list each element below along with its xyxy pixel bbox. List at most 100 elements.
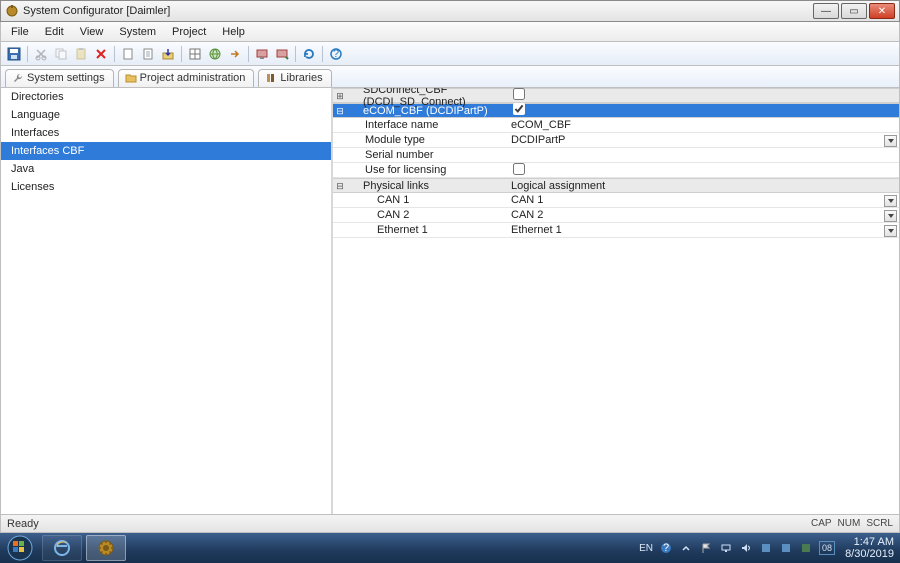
separator [181,46,182,62]
folder-icon [125,72,137,84]
globe-icon[interactable] [206,45,224,63]
grid-name: eCOM_CBF (DCDIPartP) [347,105,507,117]
menu-file[interactable]: File [3,24,37,40]
svg-text:?: ? [333,48,339,60]
prop-value[interactable]: eCOM_CBF [507,119,899,131]
grid-row-interface-name: Interface name eCOM_CBF [333,118,899,133]
network-icon[interactable] [719,541,733,555]
can1-value: CAN 1 [511,194,543,206]
volume-icon[interactable] [739,541,753,555]
status-cap: CAP [811,518,832,529]
window-titlebar: System Configurator [Daimler] — ▭ ✕ [0,0,900,22]
status-scrl: SCRL [866,518,893,529]
tree-item-java[interactable]: Java [1,160,331,178]
tree-item-interfaces[interactable]: Interfaces [1,124,331,142]
grid-row-ethernet1: Ethernet 1 Ethernet 1 [333,223,899,238]
separator [295,46,296,62]
dropdown-icon[interactable] [884,210,897,222]
can2-value: CAN 2 [511,209,543,221]
separator [322,46,323,62]
prop-value[interactable]: CAN 2 [507,209,899,221]
paste-icon[interactable] [72,45,90,63]
delete-icon[interactable] [92,45,110,63]
status-text: Ready [7,518,39,530]
start-button[interactable] [2,534,38,562]
sdconnect-checkbox[interactable] [513,88,525,100]
windows-taskbar: EN ? 08 1:47 AM 8/30/2019 [0,533,900,563]
menu-bar: File Edit View System Project Help [0,22,900,42]
tree-item-directories[interactable]: Directories [1,88,331,106]
tab-label: Project administration [140,72,246,84]
tray-icon-1[interactable] [759,541,773,555]
screen-icon[interactable] [253,45,271,63]
tree-item-interfaces-cbf[interactable]: Interfaces CBF [1,142,331,160]
grid-row-physical-links[interactable]: ⊟ Physical links Logical assignment [333,178,899,193]
ecom-checkbox[interactable] [513,103,525,115]
collapse-icon[interactable]: ⊟ [333,104,347,118]
close-button[interactable]: ✕ [869,3,895,19]
screen-add-icon[interactable] [273,45,291,63]
new-doc-icon[interactable] [119,45,137,63]
status-num: NUM [838,518,861,529]
dropdown-icon[interactable] [884,135,897,147]
copy-icon[interactable] [52,45,70,63]
grid-row-can2: CAN 2 CAN 2 [333,208,899,223]
help-tray-icon[interactable]: ? [659,541,673,555]
menu-project[interactable]: Project [164,24,214,40]
prop-label: Use for licensing [347,164,507,176]
tray-icon-2[interactable] [779,541,793,555]
tray-icon-3[interactable] [799,541,813,555]
open-doc-icon[interactable] [139,45,157,63]
menu-edit[interactable]: Edit [37,24,72,40]
save-icon[interactable] [5,45,23,63]
tab-libraries[interactable]: Libraries [258,69,331,87]
arrow-right-icon[interactable] [226,45,244,63]
tray-number[interactable]: 08 [819,541,835,555]
separator [27,46,28,62]
prop-label: Serial number [347,149,507,161]
tab-system-settings[interactable]: System settings [5,69,114,87]
collapse-icon[interactable]: ⊟ [333,179,347,193]
grid-row-use-for-licensing: Use for licensing [333,163,899,178]
grid-row-sdconnect[interactable]: ⊞ SDConnect_CBF (DCDI_SD_Connect) [333,88,899,103]
svg-text:?: ? [663,542,669,554]
expand-icon[interactable]: ⊞ [333,89,347,103]
tab-label: System settings [27,72,105,84]
export-icon[interactable] [159,45,177,63]
grid-row-ecom[interactable]: ⊟ eCOM_CBF (DCDIPartP) [333,103,899,118]
dropdown-icon[interactable] [884,225,897,237]
help-icon[interactable]: ? [327,45,345,63]
grid-row-can1: CAN 1 CAN 1 [333,193,899,208]
language-indicator[interactable]: EN [639,543,653,554]
tab-label: Libraries [280,72,322,84]
flag-icon[interactable] [699,541,713,555]
cut-icon[interactable] [32,45,50,63]
menu-view[interactable]: View [72,24,112,40]
taskbar-system-configurator[interactable] [86,535,126,561]
menu-system[interactable]: System [111,24,164,40]
tree-item-language[interactable]: Language [1,106,331,124]
licensing-checkbox[interactable] [513,163,525,175]
tab-strip: System settings Project administration L… [0,66,900,88]
minimize-button[interactable]: — [813,3,839,19]
tab-project-administration[interactable]: Project administration [118,69,255,87]
prop-value[interactable]: DCDIPartP [507,134,899,146]
maximize-button[interactable]: ▭ [841,3,867,19]
grid-value [507,103,899,118]
window-buttons: — ▭ ✕ [813,3,895,19]
table-icon[interactable] [186,45,204,63]
dropdown-icon[interactable] [884,195,897,207]
main-split: Directories Language Interfaces Interfac… [0,88,900,515]
chevron-up-icon[interactable] [679,541,693,555]
refresh-icon[interactable] [300,45,318,63]
tree-item-licenses[interactable]: Licenses [1,178,331,196]
prop-value[interactable]: Ethernet 1 [507,224,899,236]
menu-help[interactable]: Help [214,24,253,40]
property-grid: ⊞ SDConnect_CBF (DCDI_SD_Connect) ⊟ eCOM… [333,88,899,514]
taskbar-clock[interactable]: 1:47 AM 8/30/2019 [845,536,894,560]
grid-value [507,88,899,103]
toolbar: ? [0,42,900,66]
prop-value [507,163,899,178]
prop-value[interactable]: CAN 1 [507,194,899,206]
taskbar-ie[interactable] [42,535,82,561]
